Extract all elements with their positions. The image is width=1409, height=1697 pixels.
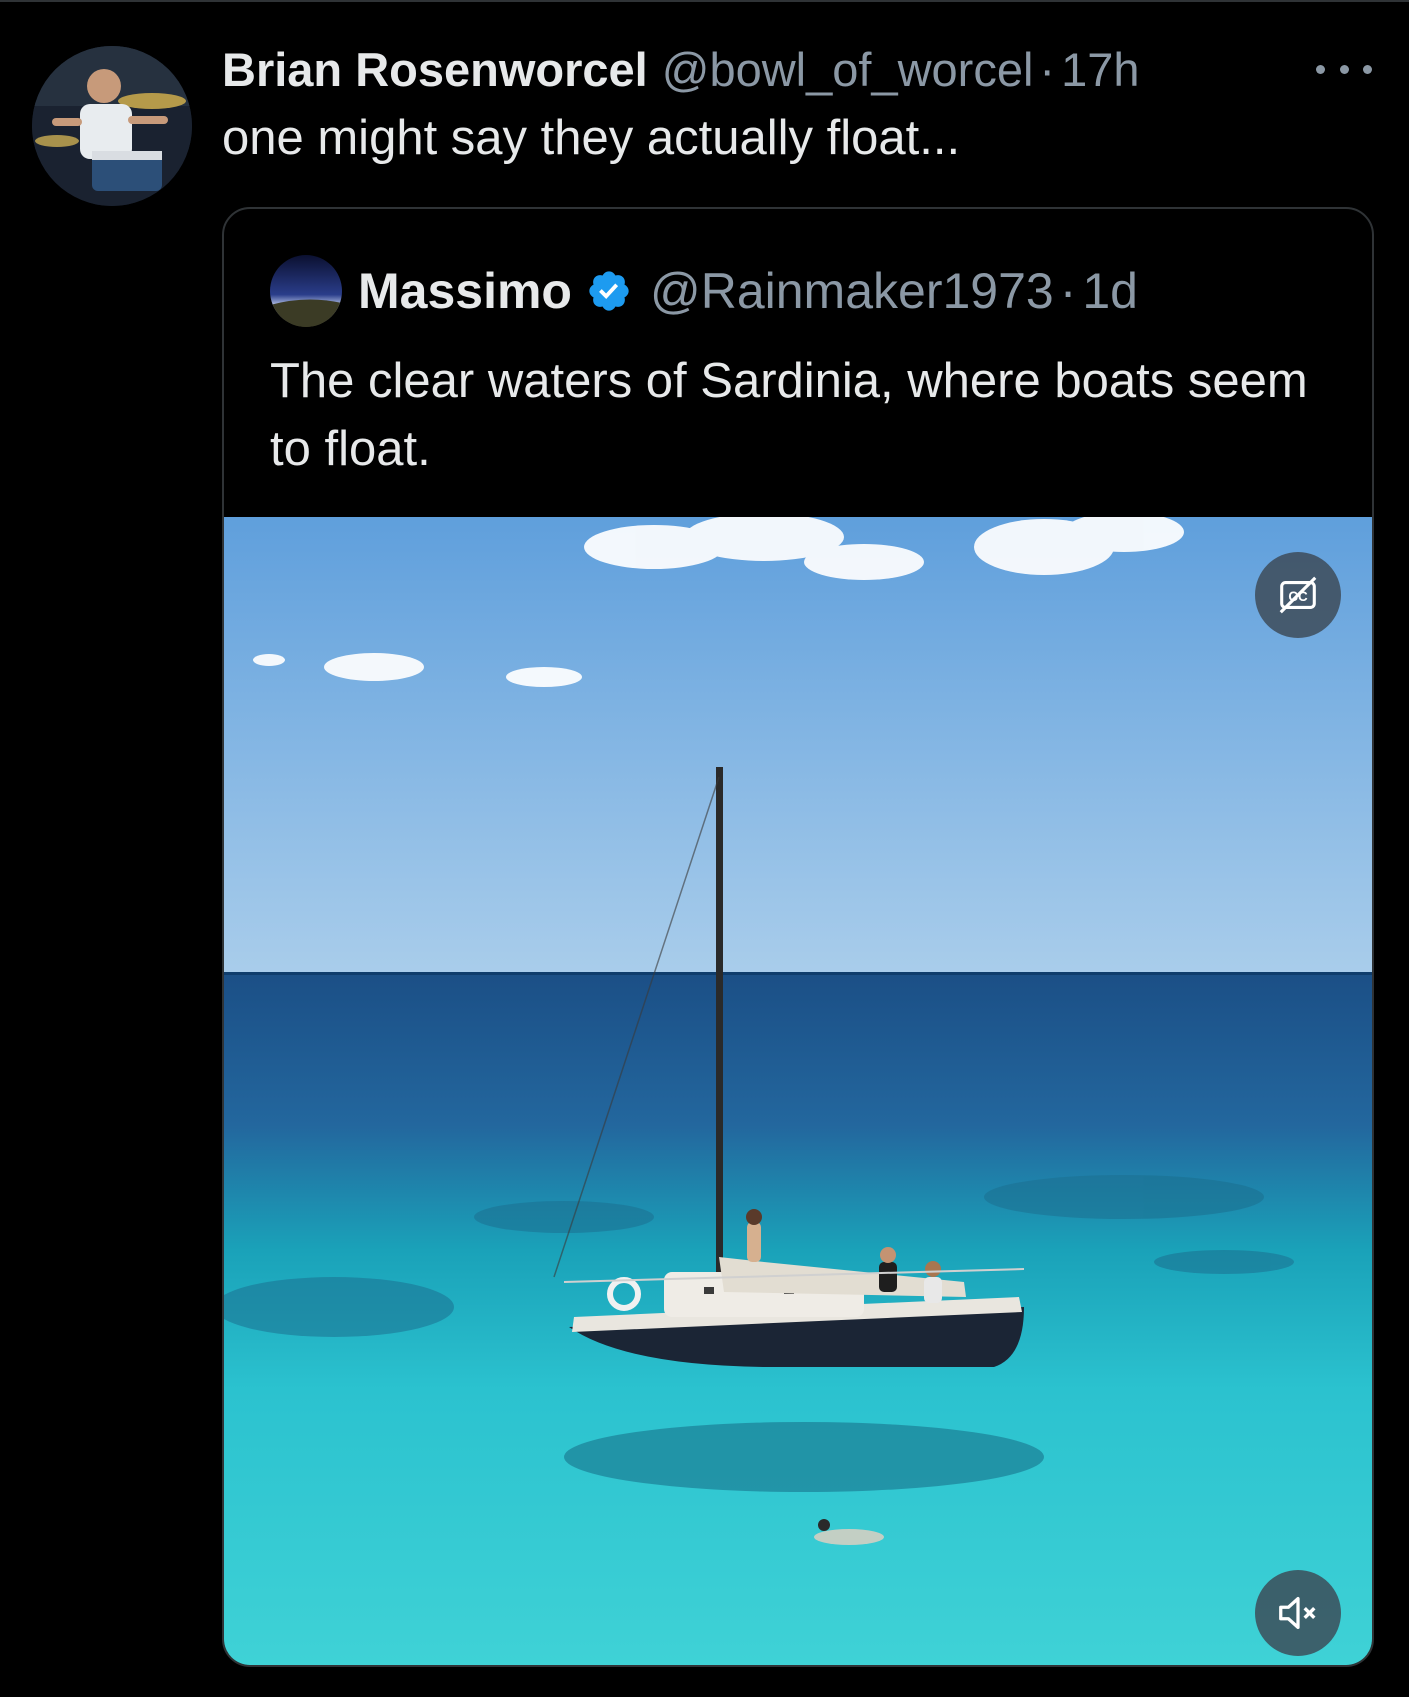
video-player[interactable]: CC bbox=[224, 517, 1372, 1665]
avatar-drummer-photo bbox=[32, 46, 192, 206]
video-frame-sailboat bbox=[224, 517, 1372, 1665]
post-header: Brian Rosenworcel @bowl_of_worcel · 17h bbox=[222, 40, 1139, 98]
quoted-post-card[interactable]: Massimo @Rainmaker1973 · 1d The clear wa… bbox=[222, 207, 1374, 1667]
author-handle[interactable]: @bowl_of_worcel bbox=[662, 42, 1034, 97]
top-divider bbox=[0, 0, 1409, 2]
quoted-author-handle[interactable]: @Rainmaker1973 bbox=[650, 262, 1054, 320]
quoted-post-timestamp[interactable]: 1d bbox=[1082, 262, 1138, 320]
quoted-post-header: Massimo @Rainmaker1973 · 1d bbox=[358, 261, 1138, 321]
more-options-button[interactable] bbox=[1316, 56, 1372, 82]
quoted-author-display-name[interactable]: Massimo bbox=[358, 262, 572, 320]
post-text: one might say they actually float... bbox=[222, 111, 961, 165]
mute-toggle-button[interactable] bbox=[1255, 1570, 1341, 1656]
header-separator: · bbox=[1039, 42, 1056, 96]
author-avatar[interactable] bbox=[32, 46, 192, 206]
captions-button[interactable]: CC bbox=[1255, 552, 1341, 638]
avatar-night-sky-photo bbox=[270, 255, 342, 327]
quoted-post-text: The clear waters of Sardinia, where boat… bbox=[270, 354, 1308, 476]
volume-muted-icon bbox=[1279, 1596, 1316, 1630]
post-timestamp[interactable]: 17h bbox=[1061, 42, 1139, 97]
more-horizontal-icon bbox=[1316, 64, 1325, 74]
quoted-author-avatar[interactable] bbox=[270, 255, 342, 327]
author-display-name[interactable]: Brian Rosenworcel bbox=[222, 42, 648, 97]
verified-badge-icon[interactable] bbox=[586, 268, 632, 314]
closed-captions-off-icon: CC bbox=[1279, 576, 1317, 614]
quoted-header-separator: · bbox=[1059, 263, 1077, 319]
